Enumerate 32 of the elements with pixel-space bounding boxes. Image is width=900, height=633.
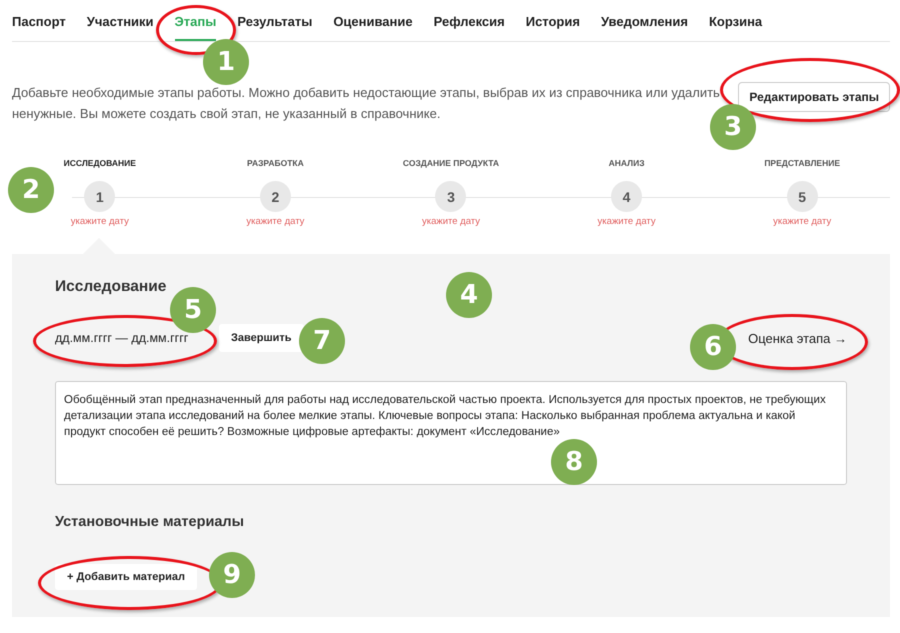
step-number[interactable]: 3 [435,181,466,212]
callout-badge: 2 [8,167,54,213]
finish-button[interactable]: Завершить [219,324,304,352]
date-link[interactable]: укажите дату [773,216,832,227]
add-material-button[interactable]: + Добавить материал [55,564,198,590]
step-label: РАЗРАБОТКА [247,158,304,170]
tab[interactable]: Рефлексия [434,14,505,41]
tab[interactable]: Участники [86,14,154,41]
tab[interactable]: Корзина [708,14,762,41]
step-label: СОЗДАНИЕ ПРОДУКТА [402,158,500,170]
edit-stages-button[interactable]: Редактировать этапы [738,82,890,112]
tab[interactable]: Результаты [237,14,312,41]
step-label: АНАЛИЗ [608,158,645,170]
tab[interactable]: История [526,14,580,41]
date-link[interactable]: укажите дату [246,216,304,227]
step-label: ПРЕДСТАВЛЕНИЕ [764,158,840,170]
callout-badge: 1 [203,39,249,85]
date-link[interactable]: укажите дату [70,216,129,227]
step-label: ИССЛЕДОВАНИЕ [64,158,136,170]
assessment-link[interactable]: Оценка этапа → [748,330,847,346]
stage-title: Исследование [55,278,166,296]
materials-title: Установочные материалы [55,514,246,530]
step-number[interactable]: 2 [260,181,291,212]
step-number[interactable]: 4 [611,181,642,212]
tab[interactable]: Паспорт [12,14,66,41]
date-link[interactable]: укажите дату [598,216,656,227]
step-number[interactable]: 5 [786,181,818,212]
tab[interactable]: Оценивание [333,14,413,41]
step-number[interactable]: 1 [84,181,116,212]
date-range[interactable]: дд.мм.гггг — дд.мм.гггг [55,331,207,345]
tab[interactable]: Уведомления [600,14,688,41]
callout-badge: 3 [710,104,756,150]
